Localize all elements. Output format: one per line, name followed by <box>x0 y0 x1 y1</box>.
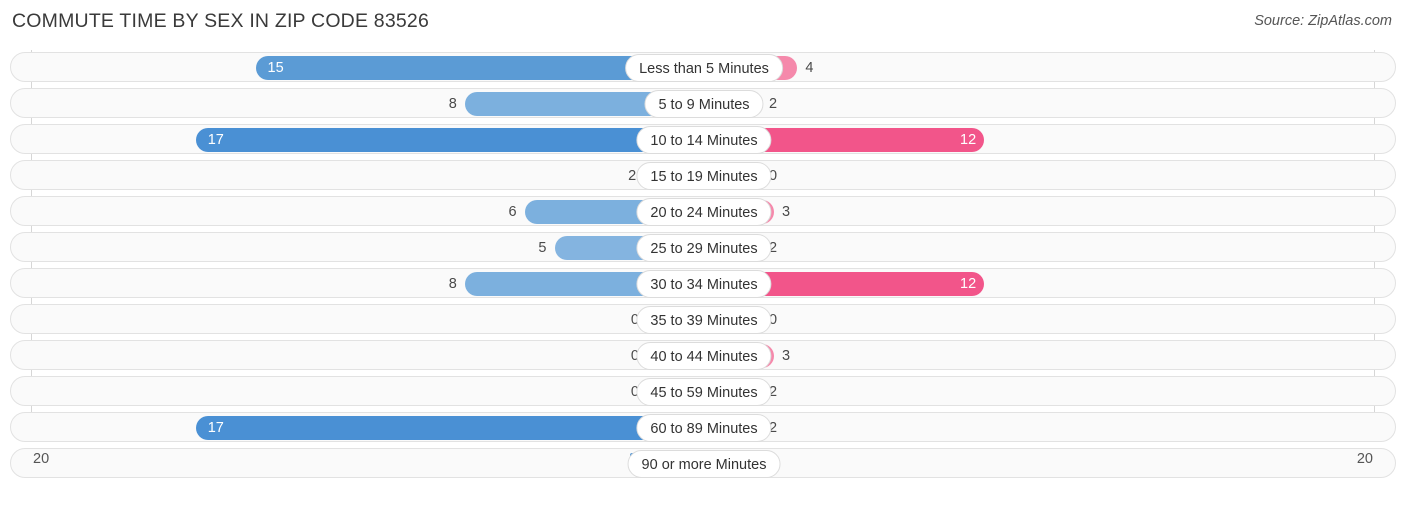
bar-value-male: 15 <box>267 60 284 76</box>
row-inner: 17 2 60 to 89 Minutes <box>11 413 1395 442</box>
table-row[interactable]: 0 3 40 to 44 Minutes <box>10 340 1396 370</box>
bar-value-male: 17 <box>207 420 224 436</box>
table-row[interactable]: 17 2 60 to 89 Minutes <box>10 412 1396 442</box>
category-label[interactable]: 5 to 9 Minutes <box>644 90 764 118</box>
bar-value-female: 4 <box>805 60 814 76</box>
category-label[interactable]: 45 to 59 Minutes <box>636 378 772 406</box>
row-inner: 0 3 40 to 44 Minutes <box>11 341 1395 370</box>
table-row[interactable]: 0 0 35 to 39 Minutes <box>10 304 1396 334</box>
table-row[interactable]: 17 12 10 to 14 Minutes <box>10 124 1396 154</box>
bar-value-male: 0 <box>630 384 639 400</box>
bar-value-male: 5 <box>538 240 547 256</box>
category-label[interactable]: 25 to 29 Minutes <box>636 234 772 262</box>
bar-value-female: 12 <box>960 132 977 148</box>
bar-value-male: 2 <box>628 168 637 184</box>
bar-value-female: 12 <box>960 276 977 292</box>
table-row[interactable]: 0 2 45 to 59 Minutes <box>10 376 1396 406</box>
row-inner: 2 0 15 to 19 Minutes <box>11 161 1395 190</box>
row-inner: 0 0 35 to 39 Minutes <box>11 305 1395 334</box>
bar-value-male: 8 <box>448 276 457 292</box>
bar-value-male: 6 <box>508 204 517 220</box>
row-inner: 0 2 45 to 59 Minutes <box>11 377 1395 406</box>
bar-male[interactable] <box>195 128 704 152</box>
table-row[interactable]: 5 2 25 to 29 Minutes <box>10 232 1396 262</box>
bar-value-female: 0 <box>769 312 778 328</box>
table-row[interactable]: 2 0 15 to 19 Minutes <box>10 160 1396 190</box>
bar-value-male: 17 <box>207 132 224 148</box>
table-row[interactable]: 8 12 30 to 34 Minutes <box>10 268 1396 298</box>
bar-value-female: 0 <box>769 168 778 184</box>
source-attribution: Source: ZipAtlas.com <box>1254 13 1392 29</box>
row-inner: 8 2 5 to 9 Minutes <box>11 89 1395 118</box>
bar-value-male: 0 <box>630 312 639 328</box>
row-inner: 6 3 20 to 24 Minutes <box>11 197 1395 226</box>
category-label[interactable]: 15 to 19 Minutes <box>636 162 772 190</box>
bar-value-female: 2 <box>769 240 778 256</box>
bar-value-female: 2 <box>769 420 778 436</box>
page-title: COMMUTE TIME BY SEX IN ZIP CODE 83526 <box>12 10 430 32</box>
bar-male[interactable] <box>195 416 704 440</box>
bar-value-female: 2 <box>769 96 778 112</box>
category-label[interactable]: 90 or more Minutes <box>627 450 781 478</box>
bar-value-female: 2 <box>769 384 778 400</box>
row-inner: 5 2 25 to 29 Minutes <box>11 233 1395 262</box>
category-label[interactable]: 35 to 39 Minutes <box>636 306 772 334</box>
category-label[interactable]: 30 to 34 Minutes <box>636 270 772 298</box>
bar-value-male: 8 <box>448 96 457 112</box>
row-inner: 15 4 Less than 5 Minutes <box>11 53 1395 82</box>
plot-area: 15 4 Less than 5 Minutes 8 2 5 to 9 Minutes 17… <box>0 50 1406 483</box>
table-row[interactable]: 8 2 5 to 9 Minutes <box>10 88 1396 118</box>
bar-value-male: 0 <box>630 348 639 364</box>
category-label[interactable]: 20 to 24 Minutes <box>636 198 772 226</box>
category-label[interactable]: Less than 5 Minutes <box>625 54 783 82</box>
commute-time-chart: COMMUTE TIME BY SEX IN ZIP CODE 83526 So… <box>0 0 1406 523</box>
row-inner: 8 12 30 to 34 Minutes <box>11 269 1395 298</box>
category-label[interactable]: 60 to 89 Minutes <box>636 414 772 442</box>
table-row[interactable]: 15 4 Less than 5 Minutes <box>10 52 1396 82</box>
category-label[interactable]: 10 to 14 Minutes <box>636 126 772 154</box>
bar-value-female: 3 <box>782 348 791 364</box>
category-label[interactable]: 40 to 44 Minutes <box>636 342 772 370</box>
bar-value-female: 3 <box>782 204 791 220</box>
row-inner: 17 12 10 to 14 Minutes <box>11 125 1395 154</box>
table-row[interactable]: 6 3 20 to 24 Minutes <box>10 196 1396 226</box>
